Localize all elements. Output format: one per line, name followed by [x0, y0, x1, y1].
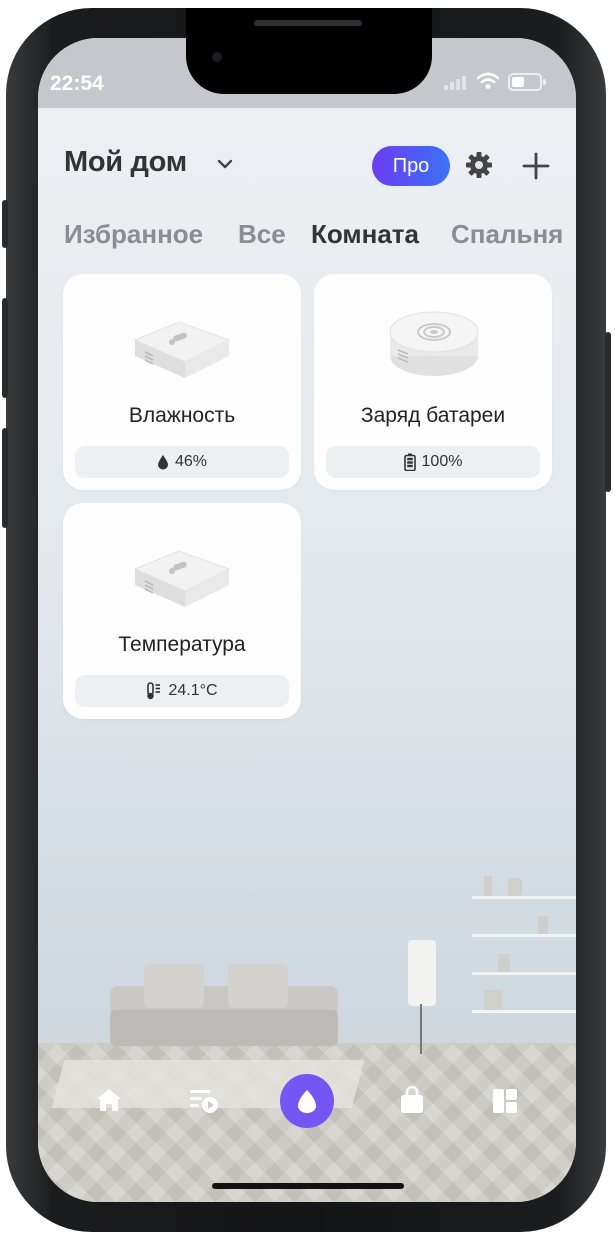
device-name: Влажность: [128, 404, 236, 427]
floor-lamp: [408, 940, 436, 1006]
pro-button[interactable]: Про: [372, 146, 450, 186]
add-icon[interactable]: [522, 152, 550, 180]
front-camera: [212, 52, 222, 62]
device-name: Заряд батареи: [360, 404, 506, 427]
book: [484, 876, 492, 896]
home-title[interactable]: Мой дом: [64, 146, 187, 179]
wifi-icon: [476, 72, 500, 89]
alice-icon: [298, 1090, 316, 1113]
droplet-icon: [157, 455, 168, 470]
tab-room[interactable]: Комната: [311, 219, 419, 250]
shelf: [472, 1010, 576, 1013]
device-value-chip: 46%: [75, 446, 289, 478]
shop-icon[interactable]: [400, 1086, 424, 1114]
speaker: [254, 20, 362, 26]
chevron-down-icon[interactable]: [216, 158, 234, 170]
book: [498, 954, 510, 972]
alice-button[interactable]: [280, 1074, 334, 1128]
device-card-battery[interactable]: Заряд батареи 100%: [314, 274, 552, 490]
routines-icon[interactable]: [189, 1088, 219, 1114]
sofa-cushion: [228, 964, 288, 1008]
sofa-cushion: [144, 964, 204, 1008]
square-sensor-icon: [133, 321, 231, 378]
device-value: 24.1°C: [168, 682, 218, 699]
battery-icon: [403, 453, 416, 471]
battery-status-icon: [508, 73, 546, 91]
cellular-signal-icon: [444, 74, 466, 90]
book: [538, 916, 548, 934]
tab-favorites[interactable]: Избранное: [64, 219, 203, 250]
lamp-leg: [420, 1004, 422, 1054]
device-card-humidity[interactable]: Влажность 46%: [63, 274, 301, 490]
round-sensor-icon: [389, 311, 479, 376]
volume-up-button: [2, 298, 8, 398]
home-icon[interactable]: [95, 1087, 123, 1113]
thermometer-icon: [147, 682, 161, 700]
volume-down-button: [2, 428, 8, 528]
device-value-chip: 100%: [326, 446, 540, 478]
shelf: [472, 972, 576, 975]
status-time: 22:54: [50, 72, 104, 95]
power-button: [605, 332, 611, 492]
mute-switch: [2, 200, 8, 248]
device-card-temperature[interactable]: Температура 24.1°C: [63, 503, 301, 719]
shelf: [472, 896, 576, 899]
sofa-seat: [110, 1010, 338, 1046]
device-value: 100%: [421, 453, 463, 470]
room-tabs: Избранное Все Комната Спальня: [64, 219, 564, 255]
book: [484, 990, 502, 1010]
services-icon[interactable]: [492, 1088, 518, 1114]
device-name: Температура: [118, 633, 246, 656]
tab-all[interactable]: Все: [238, 219, 286, 250]
device-value: 46%: [174, 453, 208, 470]
shelf: [472, 934, 576, 937]
square-sensor-icon: [133, 550, 231, 607]
tab-bedroom[interactable]: Спальня: [451, 219, 563, 250]
vase: [508, 878, 522, 896]
gear-icon[interactable]: [464, 150, 494, 180]
home-indicator[interactable]: [212, 1183, 404, 1189]
device-value-chip: 24.1°C: [75, 675, 289, 707]
